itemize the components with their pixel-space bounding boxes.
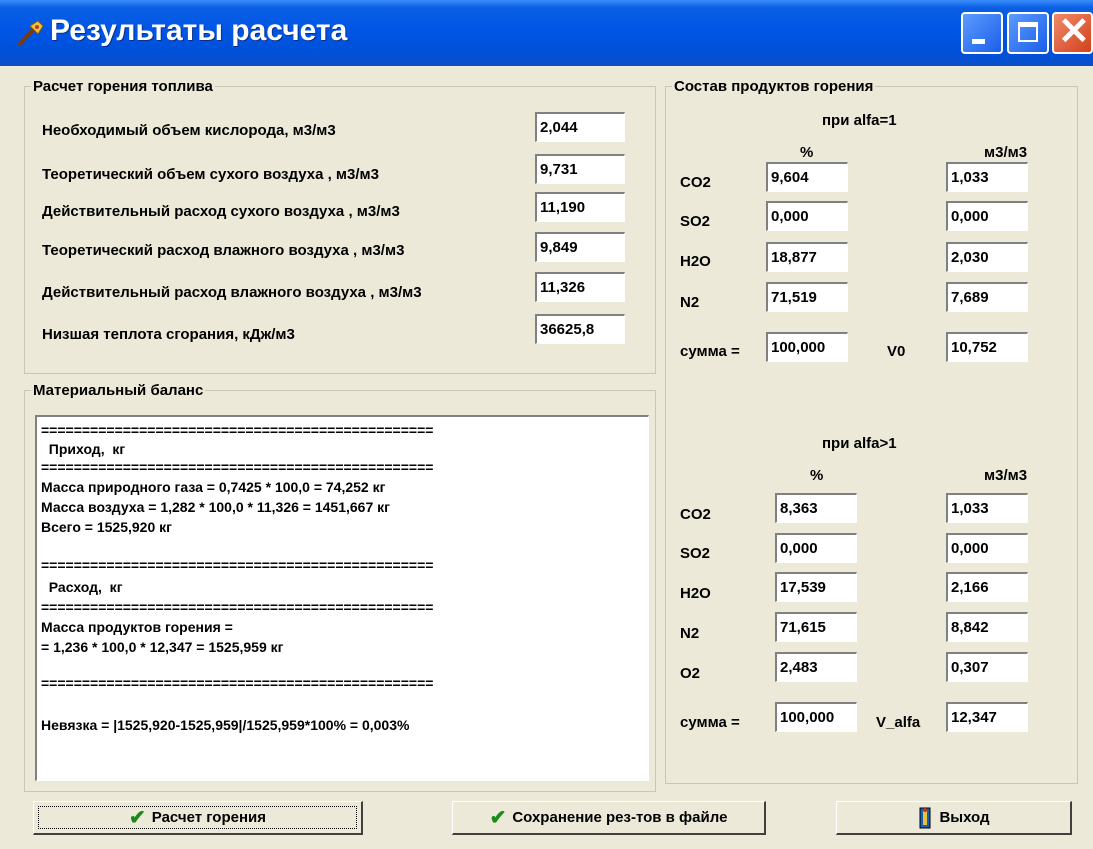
alfa1-co2-m3-field[interactable]: [946, 162, 1028, 192]
results-window: Результаты расчета ✕ Расчет горения топл…: [0, 0, 1093, 849]
v-alfa-label: V_alfa: [876, 714, 921, 731]
minimize-icon: [972, 39, 985, 44]
memo-line: ========================================…: [41, 459, 434, 475]
alfa1-m3-header: м3/м3: [984, 144, 1028, 161]
memo-line: ========================================…: [41, 422, 434, 438]
wet-air-theoretical-label: Теоретический расход влажного воздуха , …: [42, 242, 405, 259]
dry-air-theoretical-field[interactable]: [535, 154, 625, 184]
maximize-icon: [1018, 22, 1038, 42]
oxygen-volume-field[interactable]: [535, 112, 625, 142]
save-results-label: Сохранение рез-тов в файле: [512, 809, 728, 826]
alfa2-sum-field[interactable]: [775, 702, 857, 732]
memo-line: ========================================…: [41, 599, 434, 615]
memo-line: Расход, кг: [41, 579, 123, 595]
alfa1-h2o-m3-field[interactable]: [946, 242, 1028, 272]
alfa1-sum-label: сумма =: [680, 343, 740, 360]
close-button[interactable]: ✕: [1052, 11, 1093, 54]
dry-air-theoretical-label: Теоретический объем сухого воздуха , м3/…: [42, 166, 379, 183]
dry-air-actual-label: Действительный расход сухого воздуха , м…: [42, 203, 400, 220]
alfa1-pct-header: %: [800, 144, 814, 161]
wet-air-actual-field[interactable]: [535, 272, 625, 302]
alfa1-n2-m3-field[interactable]: [946, 282, 1028, 312]
alfa1-co2-pct-field[interactable]: [766, 162, 848, 192]
memo-line: Невязка = |1525,920-1525,959|/1525,959*1…: [41, 717, 410, 733]
oxygen-volume-label: Необходимый объем кислорода, м3/м3: [42, 122, 336, 139]
wrench-icon: [18, 20, 44, 46]
wet-air-actual-label: Действительный расход влажного воздуха ,…: [42, 284, 422, 301]
memo-line: ========================================…: [41, 557, 434, 573]
alfa1-title: при alfa=1: [822, 112, 897, 129]
alfa1-n2-label: N2: [680, 294, 700, 311]
memo-line: Масса продуктов горения =: [41, 619, 233, 635]
alfa2-h2o-label: H2O: [680, 585, 711, 602]
v0-field[interactable]: [946, 332, 1028, 362]
title-bar[interactable]: Результаты расчета ✕: [0, 0, 1093, 66]
heating-value-label: Низшая теплота сгорания, кДж/м3: [42, 326, 295, 343]
alfa2-n2-label: N2: [680, 625, 700, 642]
alfa2-sum-label: сумма =: [680, 714, 740, 731]
calc-combustion-label: Расчет горения: [151, 809, 266, 826]
alfa2-o2-m3-field[interactable]: [946, 652, 1028, 682]
alfa2-title: при alfa>1: [822, 435, 897, 452]
alfa1-so2-m3-field[interactable]: [946, 201, 1028, 231]
v-alfa-field[interactable]: [946, 702, 1028, 732]
alfa2-o2-label: O2: [680, 665, 701, 682]
alfa2-co2-m3-field[interactable]: [946, 493, 1028, 523]
products-legend: Состав продуктов горения: [674, 78, 874, 95]
alfa1-so2-label: SO2: [680, 213, 711, 230]
alfa2-so2-label: SO2: [680, 545, 711, 562]
material-balance-legend: Материальный баланс: [33, 382, 204, 399]
close-icon: ✕: [1058, 11, 1090, 53]
alfa1-h2o-pct-field[interactable]: [766, 242, 848, 272]
alfa1-n2-pct-field[interactable]: [766, 282, 848, 312]
exit-label: Выход: [939, 809, 990, 826]
alfa2-m3-header: м3/м3: [984, 467, 1028, 484]
exit-button[interactable]: Выход: [836, 801, 1072, 835]
wet-air-theoretical-field[interactable]: [535, 232, 625, 262]
checkmark-icon: ✔: [489, 806, 507, 829]
fuel-calc-legend: Расчет горения топлива: [33, 78, 213, 95]
memo-line: Всего = 1525,920 кг: [41, 519, 172, 535]
alfa1-so2-pct-field[interactable]: [766, 201, 848, 231]
alfa1-h2o-label: H2O: [680, 253, 711, 270]
alfa2-pct-header: %: [810, 467, 824, 484]
alfa1-co2-label: CO2: [680, 174, 711, 191]
alfa2-so2-pct-field[interactable]: [775, 533, 857, 563]
alfa2-o2-pct-field[interactable]: [775, 652, 857, 682]
minimize-button[interactable]: [961, 12, 1003, 54]
memo-line: ========================================…: [41, 675, 434, 691]
alfa1-sum-field[interactable]: [766, 332, 848, 362]
alfa2-so2-m3-field[interactable]: [946, 533, 1028, 563]
memo-line: Приход, кг: [41, 441, 126, 457]
window-title: Результаты расчета: [50, 14, 348, 47]
calc-combustion-button[interactable]: ✔ Расчет горения: [33, 801, 363, 835]
memo-line: Масса природного газа = 0,7425 * 100,0 =…: [41, 479, 386, 495]
alfa2-co2-pct-field[interactable]: [775, 493, 857, 523]
checkmark-icon: ✔: [129, 806, 146, 829]
memo-line: = 1,236 * 100,0 * 12,347 = 1525,959 кг: [41, 639, 284, 655]
dry-air-actual-field[interactable]: [535, 192, 625, 222]
material-balance-memo[interactable]: ========================================…: [35, 415, 649, 781]
v0-label: V0: [887, 343, 906, 360]
alfa2-co2-label: CO2: [680, 506, 711, 523]
save-results-button[interactable]: ✔ Сохранение рез-тов в файле: [452, 801, 766, 835]
memo-line: Масса воздуха = 1,282 * 100,0 * 11,326 =…: [41, 499, 390, 515]
heating-value-field[interactable]: [535, 314, 625, 344]
alfa2-h2o-pct-field[interactable]: [775, 572, 857, 602]
alfa2-h2o-m3-field[interactable]: [946, 572, 1028, 602]
alfa2-n2-m3-field[interactable]: [946, 612, 1028, 642]
alfa2-n2-pct-field[interactable]: [775, 612, 857, 642]
maximize-button[interactable]: [1007, 12, 1049, 54]
door-exit-icon: [919, 807, 931, 828]
